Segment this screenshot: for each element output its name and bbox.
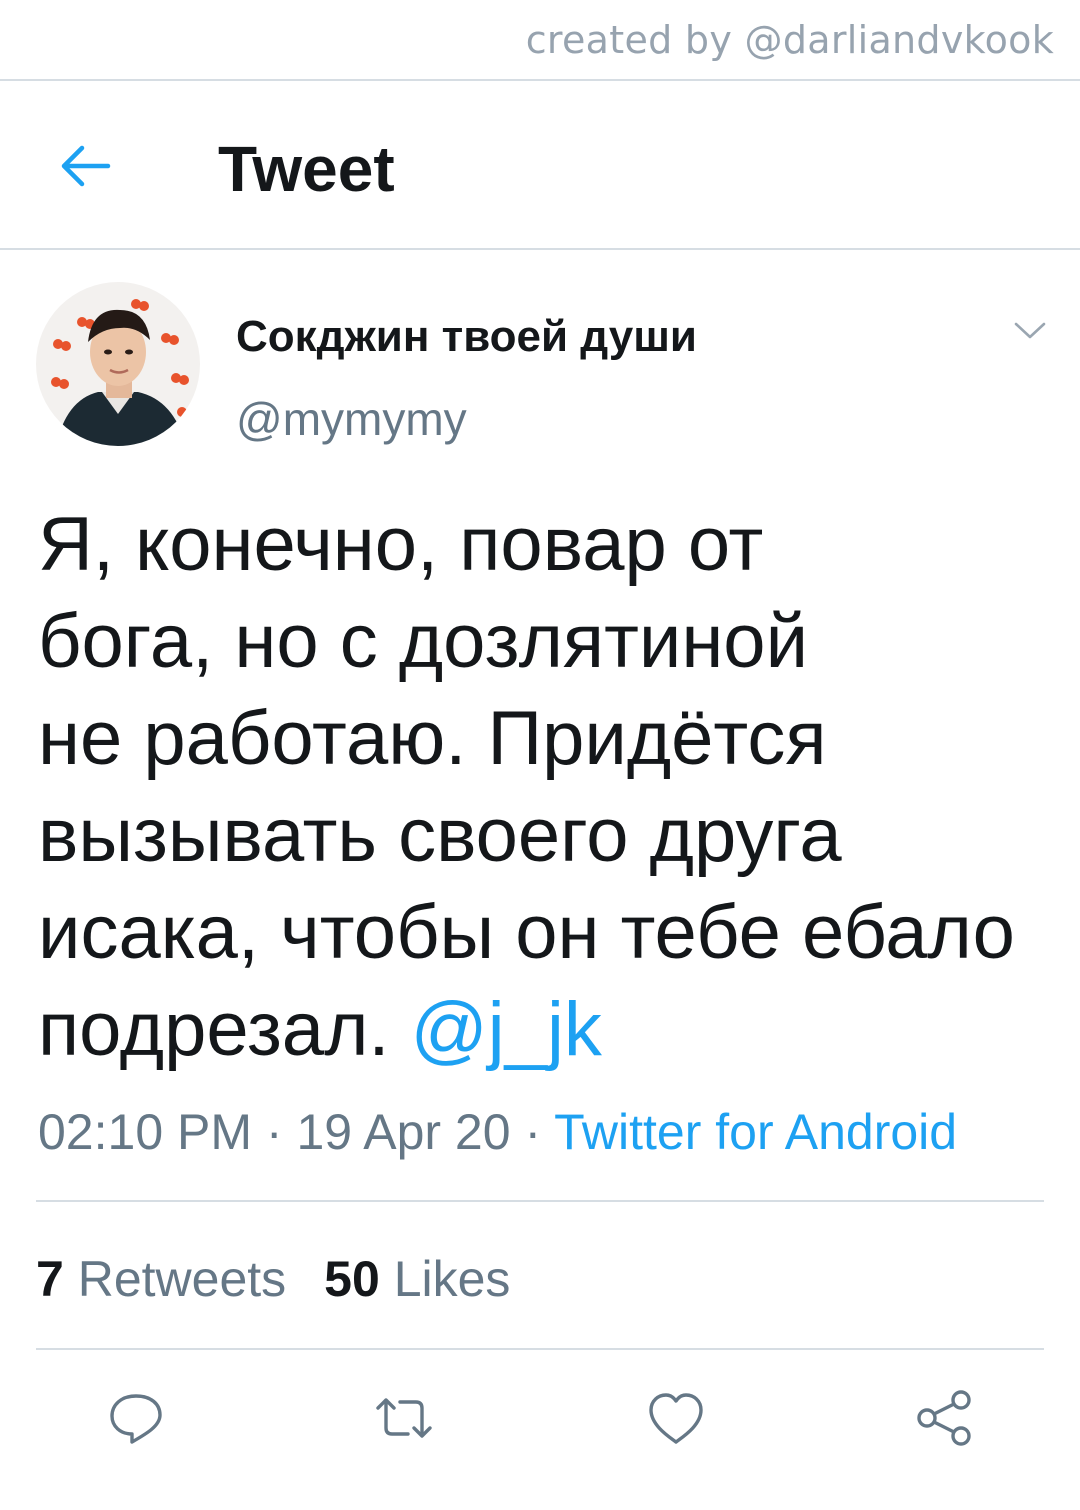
header-bar: Tweet [0,82,1080,248]
author-display-name[interactable]: Сокджин твоей души [236,312,697,362]
tweet-meta: 02:10 PM · 19 Apr 20 · Twitter for Andro… [38,1103,957,1161]
likes-label: Likes [393,1251,511,1307]
like-icon [649,1393,703,1444]
tweet-menu-button[interactable] [1006,306,1054,354]
header-divider [0,248,1080,250]
like-button[interactable] [644,1386,708,1450]
back-button[interactable] [52,134,116,198]
arrow-left-icon [61,145,111,187]
divider [36,1200,1044,1202]
divider [36,1348,1044,1350]
divider [0,79,1080,81]
retweet-button[interactable] [372,1386,436,1450]
tweet-stats: 7 Retweets 50 Likes [36,1250,510,1308]
likes-count: 50 [324,1251,380,1307]
mention-link[interactable]: @j_jk [411,987,602,1072]
retweets-count: 7 [36,1251,64,1307]
retweet-icon [376,1398,432,1438]
author-handle[interactable]: @mymymy [236,392,467,446]
watermark: created by @darliandvkook [525,18,1054,62]
share-icon [917,1390,971,1446]
tweet-time: 02:10 PM [38,1104,253,1160]
tweet-source-link[interactable]: Twitter for Android [554,1104,957,1160]
retweets-stat[interactable]: 7 Retweets [36,1251,286,1307]
avatar[interactable] [36,282,200,446]
likes-stat[interactable]: 50 Likes [324,1251,510,1307]
chevron-down-icon [1014,322,1046,339]
reply-button[interactable] [104,1386,168,1450]
share-button[interactable] [912,1386,976,1450]
retweets-label: Retweets [77,1251,287,1307]
page-title: Tweet [218,133,395,205]
profile-photo [36,282,200,446]
tweet-text: Я, конечно, повар от бога, но с дозлятин… [38,496,1048,1078]
meta-separator: · [265,1104,283,1160]
tweet-detail-screen: created by @darliandvkook Tweet Сокджин … [0,0,1080,1510]
tweet-date: 19 Apr 20 [296,1104,511,1160]
meta-separator: · [524,1104,542,1160]
reply-icon [110,1394,162,1444]
